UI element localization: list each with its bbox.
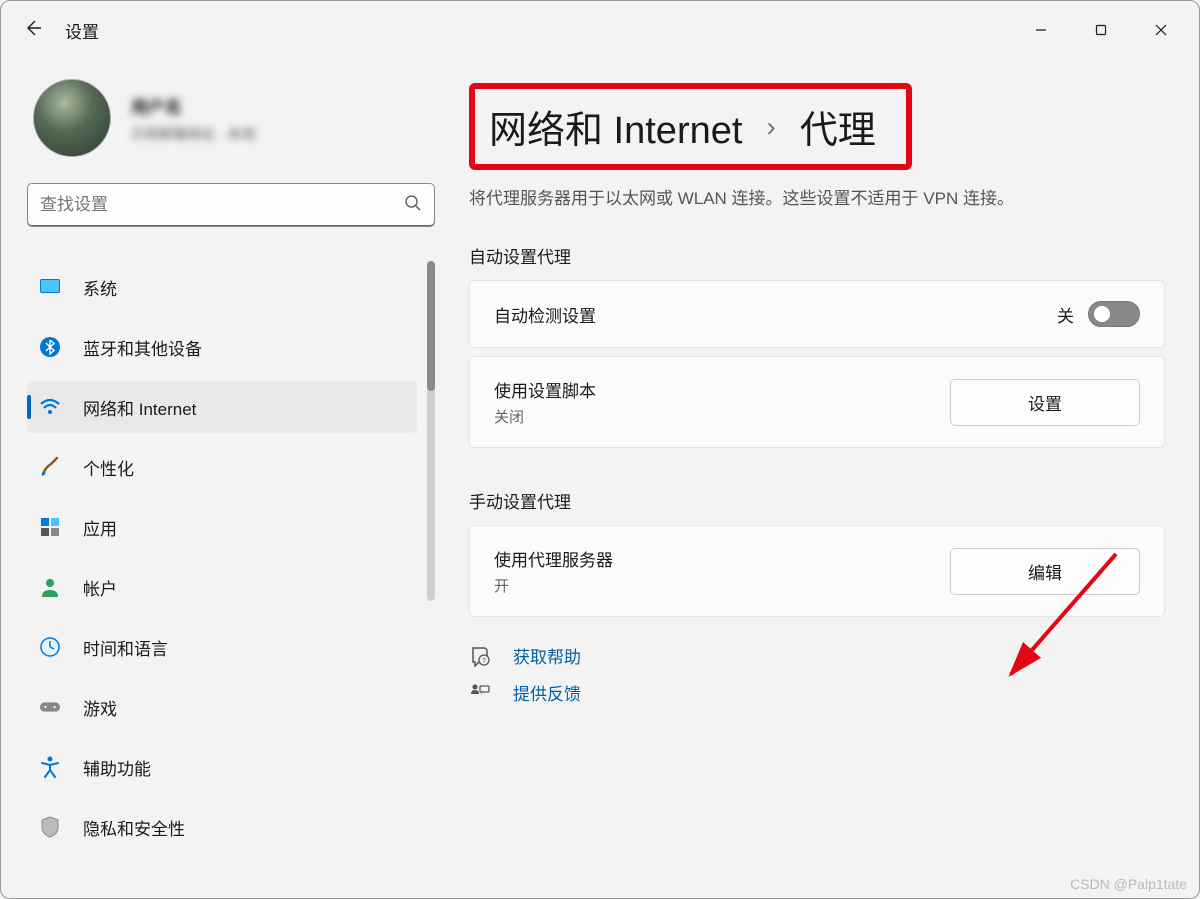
clock-icon — [39, 636, 61, 658]
brush-icon — [39, 456, 61, 478]
sidebar-item-label: 应用 — [83, 515, 117, 540]
page-subtitle: 将代理服务器用于以太网或 WLAN 连接。这些设置不适用于 VPN 连接。 — [469, 184, 1165, 209]
back-button[interactable] — [23, 18, 43, 43]
shield-icon — [39, 816, 61, 838]
sidebar-item-system[interactable]: 系统 — [27, 261, 417, 313]
auto-detect-toggle[interactable] — [1088, 301, 1140, 327]
section-manual-title: 手动设置代理 — [469, 488, 1165, 513]
breadcrumb-part-proxy: 代理 — [800, 99, 876, 154]
svg-text:?: ? — [482, 658, 486, 665]
titlebar: 设置 — [1, 1, 1199, 59]
accessibility-icon — [39, 756, 61, 778]
sidebar-item-label: 系统 — [83, 275, 117, 300]
search-input[interactable] — [40, 195, 404, 215]
sidebar-item-accounts[interactable]: 帐户 — [27, 561, 417, 613]
sidebar-item-personalization[interactable]: 个性化 — [27, 441, 417, 493]
sidebar-item-label: 游戏 — [83, 695, 117, 720]
nav: 系统 蓝牙和其他设备 网络和 Internet 个性化 应用 — [27, 261, 435, 899]
minimize-button[interactable] — [1011, 1, 1071, 59]
toggle-label: 关 — [1057, 302, 1074, 327]
content: 网络和 Internet › 代理 将代理服务器用于以太网或 WLAN 连接。这… — [451, 59, 1199, 899]
bluetooth-icon — [39, 336, 61, 358]
help-link-row: ? 获取帮助 — [469, 643, 1165, 668]
help-link[interactable]: 获取帮助 — [513, 643, 581, 668]
sidebar-item-time-language[interactable]: 时间和语言 — [27, 621, 417, 673]
avatar — [33, 79, 111, 157]
feedback-link-row: 提供反馈 — [469, 680, 1165, 705]
card-subtitle: 关闭 — [494, 406, 596, 427]
gamepad-icon — [39, 696, 61, 718]
wifi-icon — [39, 396, 61, 418]
maximize-button[interactable] — [1071, 1, 1131, 59]
person-icon — [39, 576, 61, 598]
card-title: 使用设置脚本 — [494, 377, 596, 402]
search-icon — [404, 194, 422, 217]
sidebar-item-bluetooth[interactable]: 蓝牙和其他设备 — [27, 321, 417, 373]
section-auto-title: 自动设置代理 — [469, 243, 1165, 268]
breadcrumb: 网络和 Internet › 代理 — [469, 83, 912, 170]
apps-icon — [39, 516, 61, 538]
sidebar-item-privacy[interactable]: 隐私和安全性 — [27, 801, 417, 853]
user-subtext: 示例邮箱地址 · 本地 — [131, 124, 255, 144]
watermark: CSDN @Palp1tate — [1070, 876, 1187, 892]
app-title: 设置 — [65, 18, 99, 43]
chevron-right-icon: › — [766, 111, 775, 143]
card-use-proxy: 使用代理服务器 开 编辑 — [469, 525, 1165, 617]
search-box[interactable] — [27, 183, 435, 227]
edit-proxy-button[interactable]: 编辑 — [950, 548, 1140, 595]
user-profile[interactable]: 用户名 示例邮箱地址 · 本地 — [33, 79, 435, 157]
sidebar: 用户名 示例邮箱地址 · 本地 系统 蓝牙和其他设备 — [1, 59, 451, 899]
feedback-link[interactable]: 提供反馈 — [513, 680, 581, 705]
sidebar-item-apps[interactable]: 应用 — [27, 501, 417, 553]
card-title: 使用代理服务器 — [494, 546, 613, 571]
sidebar-item-label: 隐私和安全性 — [83, 815, 185, 840]
sidebar-item-label: 时间和语言 — [83, 635, 168, 660]
card-title: 自动检测设置 — [494, 302, 596, 327]
user-name: 用户名 — [131, 93, 255, 118]
sidebar-item-label: 个性化 — [83, 455, 134, 480]
sidebar-scrollbar[interactable] — [427, 261, 435, 601]
setup-script-button[interactable]: 设置 — [950, 379, 1140, 426]
sidebar-item-accessibility[interactable]: 辅助功能 — [27, 741, 417, 793]
close-button[interactable] — [1131, 1, 1191, 59]
sidebar-item-label: 帐户 — [83, 575, 117, 600]
sidebar-item-label: 蓝牙和其他设备 — [83, 335, 202, 360]
breadcrumb-part-network[interactable]: 网络和 Internet — [489, 99, 742, 154]
sidebar-item-network[interactable]: 网络和 Internet — [27, 381, 417, 433]
card-auto-detect: 自动检测设置 关 — [469, 280, 1165, 348]
card-subtitle: 开 — [494, 575, 613, 596]
scrollbar-thumb[interactable] — [427, 261, 435, 391]
sidebar-item-label: 辅助功能 — [83, 755, 151, 780]
feedback-icon — [469, 682, 491, 704]
sidebar-item-label: 网络和 Internet — [83, 395, 196, 420]
sidebar-item-gaming[interactable]: 游戏 — [27, 681, 417, 733]
monitor-icon — [39, 276, 61, 298]
card-setup-script: 使用设置脚本 关闭 设置 — [469, 356, 1165, 448]
help-icon: ? — [469, 645, 491, 667]
